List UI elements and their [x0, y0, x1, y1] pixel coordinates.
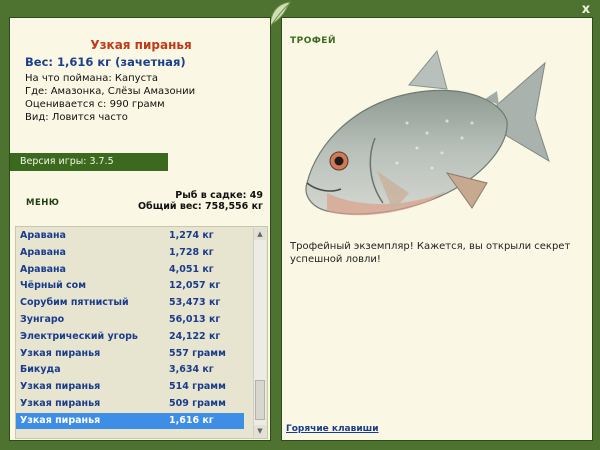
catch-fish-weight: 56,013 кг — [169, 314, 221, 325]
catch-fish-name: Аравана — [20, 230, 66, 241]
catch-fish-name: Узкая пиранья — [20, 414, 101, 426]
piranha-image — [305, 49, 550, 216]
fish-bait: На что поймана: Капуста — [25, 73, 159, 84]
catch-fish-weight: 53,473 кг — [169, 297, 221, 309]
catch-fish-name: Сорубим пятнистый — [20, 297, 129, 309]
catch-list-item[interactable]: Аравана 4,051 кг — [16, 262, 244, 278]
catch-fish-weight: 557 грамм — [169, 347, 226, 359]
catch-fish-name: Аравана — [20, 246, 66, 258]
catch-fish-weight: 24,122 кг — [169, 330, 221, 342]
fish-value: Оценивается с: 990 грамм — [25, 99, 165, 110]
catch-fish-name: Узкая пиранья — [20, 398, 101, 409]
trophy-description: Трофейный экземпляр! Кажется, вы открыли… — [290, 241, 571, 265]
catch-fish-weight: 1,728 кг — [169, 246, 214, 258]
catch-fish-weight: 4,051 кг — [169, 263, 214, 275]
catch-fish-name: Бикуда — [20, 364, 61, 376]
catch-fish-weight: 1,616 кг — [169, 414, 214, 426]
fish-count: Рыб в садке: 49 — [175, 190, 263, 201]
menu-button[interactable]: МЕНЮ — [26, 198, 59, 208]
version-bar: Версия игры: 3.7.5 — [10, 153, 168, 171]
catch-fish-name: Узкая пиранья — [20, 347, 101, 359]
catch-fish-name: Аравана — [20, 263, 66, 275]
close-button[interactable]: x — [579, 3, 593, 17]
catch-fish-weight: 1,274 кг — [169, 230, 214, 241]
catch-fish-name: Узкая пиранья — [20, 381, 101, 393]
catch-list-item[interactable]: Узкая пиранья 514 грамм — [16, 379, 244, 395]
catch-list-item[interactable]: Узкая пиранья 1,616 кг — [16, 412, 244, 429]
catch-list-item[interactable]: Узкая пиранья 509 грамм — [16, 396, 244, 412]
catch-fish-name: Чёрный сом — [20, 280, 86, 292]
fish-kind: Вид: Ловится часто — [25, 112, 128, 123]
catch-list-item[interactable]: Электрический угорь 24,122 кг — [16, 329, 244, 345]
catch-fish-name: Электрический угорь — [20, 330, 138, 342]
catch-list-item[interactable]: Аравана 1,728 кг — [16, 245, 244, 261]
scroll-down-icon[interactable]: ▼ — [254, 425, 266, 437]
fish-location: Где: Амазонка, Слёзы Амазонии — [25, 86, 196, 97]
catch-list-item[interactable]: Бикуда 3,634 кг — [16, 362, 244, 378]
scroll-thumb[interactable] — [255, 380, 265, 420]
catch-fish-weight: 12,057 кг — [169, 280, 221, 292]
fish-name: Узкая пиранья — [90, 38, 192, 52]
catch-fish-name: Зунгаро — [20, 314, 65, 325]
trophy-panel: ТРОФЕЙ Трофейный экземпляр! Кажется, вы … — [281, 17, 593, 441]
catch-fish-weight: 509 грамм — [169, 398, 226, 409]
catch-list-item[interactable]: Аравана 1,274 кг — [16, 228, 244, 244]
catch-list-item[interactable]: Зунгаро 56,013 кг — [16, 312, 244, 328]
scroll-up-icon[interactable]: ▲ — [254, 228, 266, 240]
catch-list-item[interactable]: Чёрный сом 12,057 кг — [16, 278, 244, 294]
catch-fish-weight: 514 грамм — [169, 381, 226, 393]
hotkeys-link[interactable]: Горячие клавиши — [286, 424, 379, 434]
catch-list-item[interactable]: Сорубим пятнистый 53,473 кг — [16, 295, 244, 311]
catch-fish-weight: 3,634 кг — [169, 364, 214, 376]
catch-list[interactable]: Узкая пиранья 1,616 кг Узкая пиранья 509 гр… — [15, 226, 268, 439]
fish-info-panel: Узкая пиранья Вес: 1,616 кг (зачетная) Н… — [9, 17, 271, 441]
fish-weight: Вес: 1,616 кг (зачетная) — [25, 55, 186, 69]
list-scrollbar[interactable]: ▲ ▼ — [253, 228, 266, 437]
game-window: x Узкая пиранья Вес: 1,616 кг (зачетная)… — [0, 0, 600, 450]
catch-list-item[interactable]: Узкая пиранья 557 грамм — [16, 346, 244, 362]
total-weight: Общий вес: 758,556 кг — [137, 201, 263, 212]
